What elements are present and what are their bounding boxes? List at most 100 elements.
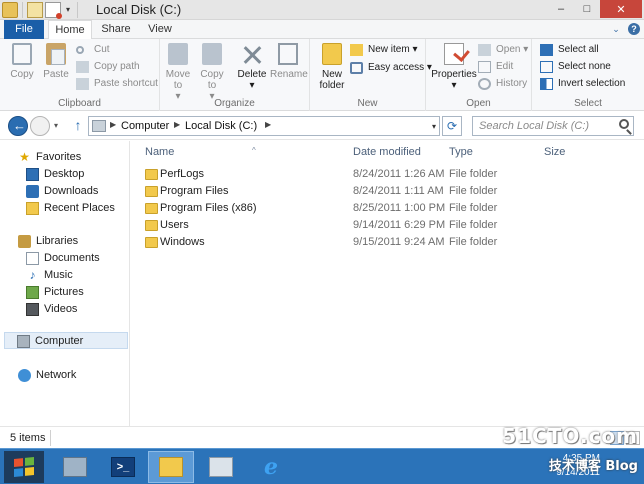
open-button[interactable]: Open ▾ — [478, 42, 528, 58]
edit-button[interactable]: Edit — [478, 59, 513, 75]
column-header-date[interactable]: Date modified — [353, 146, 421, 158]
folder-icon — [145, 220, 158, 231]
invert-selection-button[interactable]: Invert selection — [540, 76, 625, 92]
delete-button[interactable]: Delete ▾ — [236, 43, 268, 91]
open-group: Properties ▾ Open ▾ Edit History Open — [426, 39, 532, 111]
tab-home[interactable]: Home — [48, 20, 92, 40]
column-header-size[interactable]: Size — [544, 146, 565, 158]
history-button[interactable]: History — [478, 76, 527, 92]
column-header-type[interactable]: Type — [449, 146, 473, 158]
open-icon — [478, 44, 491, 56]
sidebar-item-computer[interactable]: Computer — [4, 332, 128, 349]
back-button[interactable] — [8, 116, 28, 136]
copy-path-button[interactable]: Copy path — [76, 59, 140, 75]
folder-icon — [145, 203, 158, 214]
up-arrow-icon[interactable]: ↑ — [70, 117, 86, 135]
title-bar: ▾ Local Disk (C:) – □ ✕ — [0, 0, 644, 20]
forward-button[interactable] — [30, 116, 50, 136]
sidebar-item-favorites[interactable]: ★ Favorites — [18, 149, 118, 166]
sidebar-item-libraries[interactable]: Libraries — [18, 233, 118, 250]
open-chevron-icon: ▾ — [523, 44, 529, 55]
sidebar-item-recent-places[interactable]: Recent Places — [26, 200, 126, 217]
star-icon: ★ — [19, 150, 30, 164]
minimize-button[interactable]: – — [548, 0, 574, 18]
start-button[interactable] — [4, 451, 44, 483]
move-to-button[interactable]: Move to ▾ — [162, 43, 194, 102]
sidebar-item-desktop[interactable]: Desktop — [26, 166, 122, 183]
easy-access-button[interactable]: Easy access ▾ — [350, 60, 432, 76]
paste-label: Paste — [43, 69, 69, 80]
paste-shortcut-button[interactable]: Paste shortcut — [76, 76, 158, 92]
address-dropdown-chevron-icon[interactable]: ▾ — [432, 122, 436, 131]
sidebar-item-network[interactable]: Network — [18, 367, 118, 384]
sidebar-item-music[interactable]: ♪ Music — [26, 267, 122, 284]
history-clock-icon — [478, 78, 491, 90]
copy-path-label: Copy path — [94, 61, 140, 72]
desktop-icon — [26, 168, 39, 181]
new-folder-button[interactable]: New folder — [314, 43, 350, 91]
folder-app-icon[interactable] — [2, 2, 18, 18]
sidebar-item-label: Documents — [44, 252, 100, 264]
breadcrumb-computer[interactable]: Computer — [121, 120, 169, 132]
copy-to-button[interactable]: Copy to ▾ — [196, 43, 228, 102]
paste-button[interactable]: Paste — [40, 43, 72, 80]
sidebar-item-label: Libraries — [36, 235, 79, 247]
copy-icon — [12, 43, 32, 65]
file-type: File folder — [449, 219, 498, 231]
window-controls: – □ ✕ — [548, 0, 642, 18]
select-all-button[interactable]: Select all — [540, 42, 599, 58]
refresh-button[interactable]: ⟳ — [442, 116, 462, 136]
breadcrumb-local-disk[interactable]: Local Disk (C:) — [185, 120, 257, 132]
tab-file[interactable]: File — [4, 20, 44, 39]
search-icon[interactable] — [619, 119, 629, 129]
taskbar-network[interactable] — [198, 451, 244, 483]
breadcrumb-separator-icon[interactable]: ▶ — [265, 120, 271, 129]
table-row[interactable]: Program Files (x86) 8/25/2011 1:00 PM Fi… — [141, 200, 561, 217]
recent-locations-chevron-icon[interactable]: ▾ — [54, 121, 58, 130]
taskbar-server-manager[interactable] — [52, 451, 98, 483]
sidebar-item-videos[interactable]: Videos — [26, 301, 122, 318]
properties-qat-icon[interactable] — [27, 2, 43, 18]
file-name: PerfLogs — [160, 168, 205, 180]
watermark-subtitle: 技术博客 Blog — [548, 459, 638, 474]
copy-button[interactable]: Copy — [6, 43, 38, 80]
cut-button[interactable]: Cut — [76, 42, 110, 58]
properties-button[interactable]: Properties ▾ — [430, 43, 478, 91]
taskbar-powershell[interactable]: >_ — [100, 451, 146, 483]
edit-icon — [478, 61, 491, 73]
address-bar[interactable]: ▶ Computer ▶ Local Disk (C:) ▶ ▾ — [88, 116, 440, 136]
new-folder-qat-icon[interactable] — [45, 2, 62, 19]
tab-share[interactable]: Share — [96, 20, 136, 39]
breadcrumb-separator-icon[interactable]: ▶ — [174, 120, 180, 129]
table-row[interactable]: PerfLogs 8/24/2011 1:26 AM File folder — [141, 166, 561, 183]
paste-icon — [46, 43, 66, 65]
new-item-button[interactable]: New item ▾ — [350, 42, 418, 58]
column-header-name[interactable]: Name ^ — [145, 146, 345, 158]
tab-view[interactable]: View — [140, 20, 180, 39]
taskbar-file-explorer[interactable] — [148, 451, 194, 483]
table-row[interactable]: Windows 9/15/2011 9:24 AM File folder — [141, 234, 561, 251]
breadcrumb-separator-icon[interactable]: ▶ — [110, 120, 116, 129]
customize-qat-chevron-icon[interactable]: ▾ — [63, 2, 73, 18]
table-row[interactable]: Users 9/14/2011 6:29 PM File folder — [141, 217, 561, 234]
file-type: File folder — [449, 185, 498, 197]
help-icon[interactable]: ? — [628, 23, 640, 35]
expand-ribbon-chevron-icon[interactable]: ⌄ — [610, 23, 622, 35]
rename-button[interactable]: Rename — [270, 43, 308, 80]
table-row[interactable]: Program Files 8/24/2011 1:11 AM File fol… — [141, 183, 561, 200]
powershell-icon: >_ — [111, 457, 135, 477]
search-input[interactable]: Search Local Disk (C:) — [472, 116, 634, 136]
file-date: 8/25/2011 1:00 PM — [353, 202, 446, 214]
taskbar-internet-explorer[interactable]: e — [248, 451, 294, 483]
file-type: File folder — [449, 168, 498, 180]
sidebar-item-pictures[interactable]: Pictures — [26, 284, 122, 301]
sidebar-item-documents[interactable]: Documents — [26, 250, 122, 267]
pictures-icon — [26, 286, 39, 299]
properties-chevron-icon: ▾ — [451, 80, 457, 91]
select-none-button[interactable]: Select none — [540, 59, 611, 75]
maximize-button[interactable]: □ — [574, 0, 600, 18]
window-title: Local Disk (C:) — [96, 2, 182, 17]
column-name-label: Name — [145, 146, 175, 158]
close-button[interactable]: ✕ — [600, 0, 642, 18]
sidebar-item-downloads[interactable]: Downloads — [26, 183, 122, 200]
